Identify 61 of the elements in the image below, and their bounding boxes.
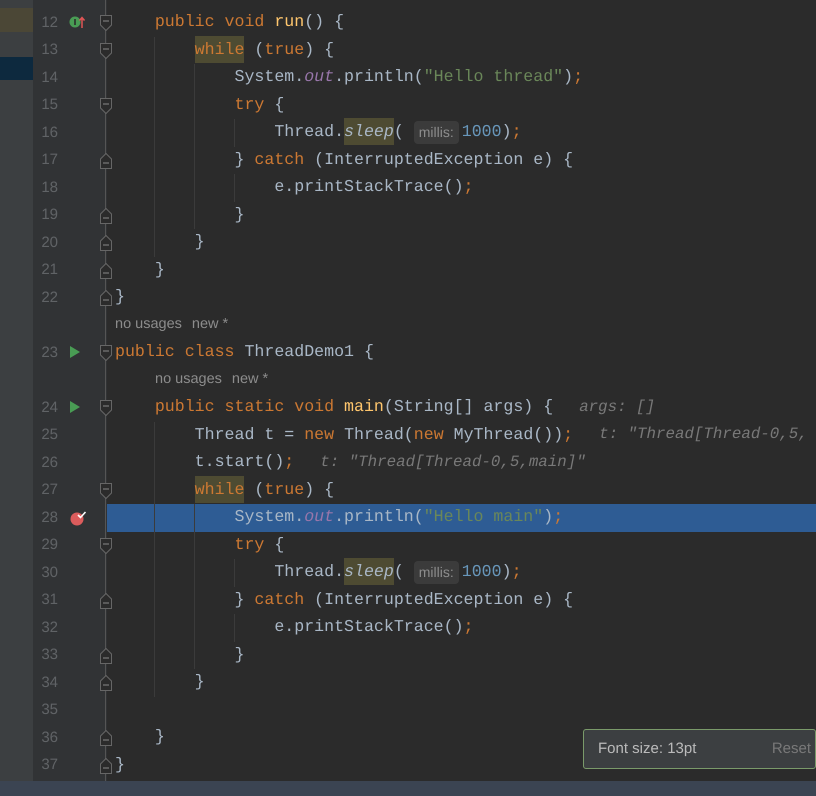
code-vision-hint[interactable]: no usages [115,314,182,336]
fold-marker-icon[interactable] [100,758,112,774]
tree-row-highlight [0,8,33,32]
run-icon[interactable] [69,345,81,359]
fold-marker-icon[interactable] [100,42,112,58]
code-text: public class ThreadDemo1 { [115,341,374,364]
code-vision-hint[interactable]: no usages [155,369,222,392]
code-text: try { [234,94,284,116]
code-text: try { [234,534,284,556]
code-text: } [194,231,205,254]
code-text: System.out.println("Hello thread"); [234,66,584,88]
code-text: } [234,644,244,666]
code-text: public void run() { [154,11,344,34]
code-text: } catch (InterruptedException e) { [234,588,574,611]
breakpoint-icon[interactable] [69,510,87,526]
code-text: e.printStackTrace(); [274,616,474,638]
font-size-message: Font size: 13pt [598,738,696,759]
code-vision-hint[interactable]: new * [192,314,228,336]
code-text: System.out.println("Hello main"); [234,506,564,528]
fold-marker-icon[interactable] [100,208,112,224]
fold-marker-icon[interactable] [100,290,112,306]
parameter-hint: millis: [414,561,459,584]
inline-debug-value: t: "Thread[Thread-0,5,main]" [320,452,586,473]
fold-marker-icon[interactable] [100,15,112,31]
fold-marker-icon[interactable] [100,482,112,498]
code-text: Thread.sleep( [274,120,414,146]
code-text: } [194,671,205,694]
fold-marker-icon[interactable] [100,730,112,746]
parameter-hint: millis: [414,121,459,144]
code-text: } [154,258,165,281]
fold-marker-icon[interactable] [100,538,112,554]
fold-marker-icon[interactable] [100,262,112,278]
inline-debug-value: args: [] [579,396,656,418]
code-text: Thread t = new Thread(new MyThread()); [194,424,574,446]
fold-marker-icon[interactable] [100,648,112,664]
code-text: } [115,754,125,776]
code-text: } [115,286,125,308]
fold-marker-icon[interactable] [100,675,112,691]
code-text: } catch (InterruptedException e) { [234,148,574,171]
implements-override-icon[interactable] [69,15,85,29]
inline-debug-value: t: "Thread[Thread-0,5, [599,424,808,446]
code-text: while (true) { [194,478,334,503]
code-text: t.start(); [194,451,294,474]
code-vision-hint[interactable]: new * [232,369,268,392]
tree-row-highlight [0,57,33,80]
fold-marker-icon[interactable] [100,345,112,361]
fold-marker-icon[interactable] [100,400,112,416]
fold-marker-icon[interactable] [100,592,112,608]
fold-marker-icon[interactable] [100,98,112,114]
code-text: public static void main(String[] args) { [154,396,554,418]
reset-link[interactable]: Reset [772,738,811,760]
code-text: while (true) { [194,38,334,63]
code-text: } [154,726,165,748]
fold-marker-icon[interactable] [100,235,112,251]
code-text: e.printStackTrace(); [274,176,474,198]
run-icon[interactable] [69,400,81,414]
code-text: 1000); [462,561,522,584]
code-text: 1000); [462,121,522,144]
fold-marker-icon[interactable] [100,152,112,168]
code-text: Thread.sleep( [274,560,414,586]
code-text: } [234,204,244,226]
